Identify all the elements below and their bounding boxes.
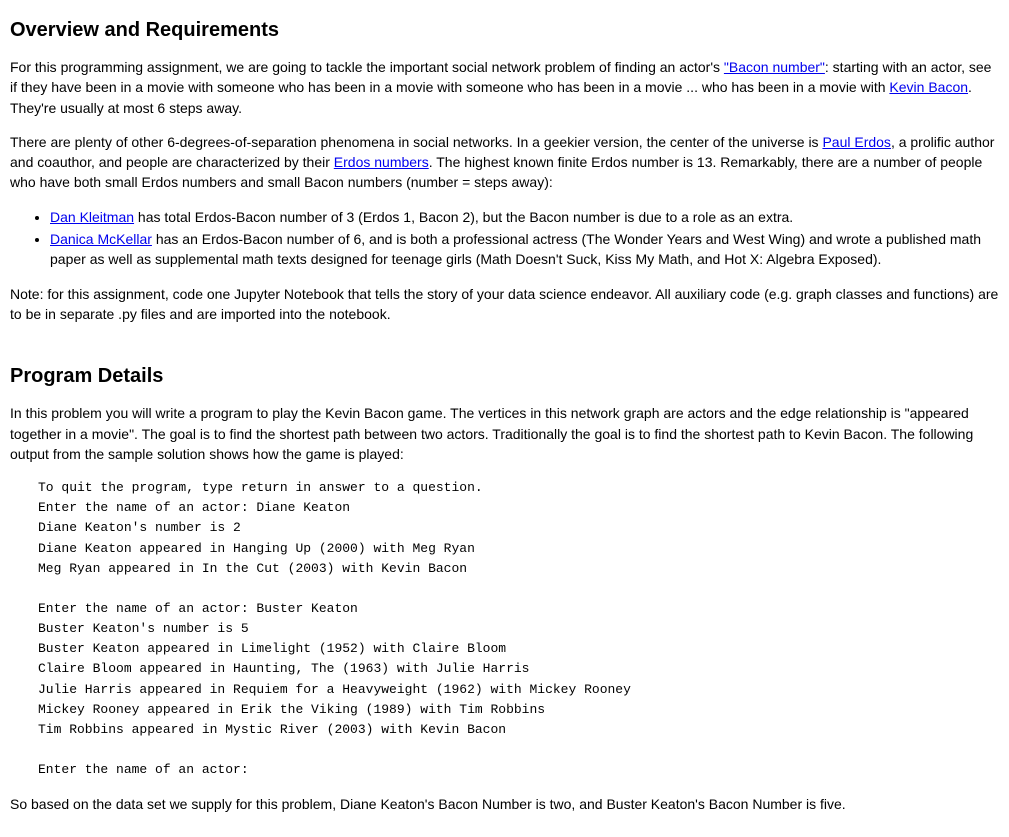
list-item: Danica McKellar has an Erdos-Bacon numbe… [50,229,999,270]
text: has total Erdos-Bacon number of 3 (Erdos… [134,209,793,225]
overview-paragraph-2: There are plenty of other 6-degrees-of-s… [10,132,999,193]
overview-paragraph-1: For this programming assignment, we are … [10,57,999,118]
erdos-numbers-link[interactable]: Erdos numbers [334,154,429,170]
text: has an Erdos-Bacon number of 6, and is b… [50,231,981,267]
overview-list: Dan Kleitman has total Erdos-Bacon numbe… [10,207,999,270]
text: For this programming assignment, we are … [10,59,724,75]
danica-mckellar-link[interactable]: Danica McKellar [50,231,152,247]
bacon-number-link[interactable]: "Bacon number" [724,59,825,75]
overview-heading: Overview and Requirements [10,16,999,45]
program-details-heading: Program Details [10,362,999,391]
sample-output-block: To quit the program, type return in answ… [38,478,999,780]
paul-erdos-link[interactable]: Paul Erdos [822,134,890,150]
program-details-paragraph-2: So based on the data set we supply for t… [10,794,999,814]
overview-note: Note: for this assignment, code one Jupy… [10,284,999,325]
dan-kleitman-link[interactable]: Dan Kleitman [50,209,134,225]
kevin-bacon-link[interactable]: Kevin Bacon [889,79,968,95]
text: There are plenty of other 6-degrees-of-s… [10,134,822,150]
list-item: Dan Kleitman has total Erdos-Bacon numbe… [50,207,999,227]
program-details-paragraph-1: In this problem you will write a program… [10,403,999,464]
